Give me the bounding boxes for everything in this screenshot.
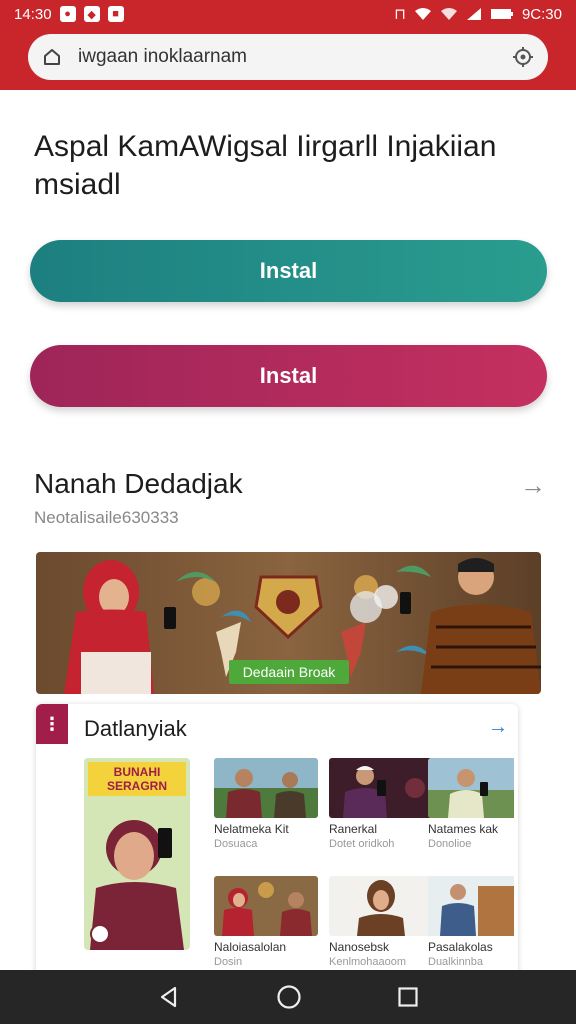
tile-title: Nanosebsk	[329, 940, 390, 954]
wifi-secondary-icon	[440, 8, 457, 20]
card-arrow-icon[interactable]: →	[488, 716, 508, 739]
video-tile[interactable]: Pasalakolas Dualkinnba	[428, 876, 518, 968]
tile-subtitle: Kenlmohaaoom	[329, 956, 407, 968]
home-button-icon[interactable]	[276, 984, 302, 1010]
video-tile[interactable]: Ranerkal Dotet oridkoh	[329, 758, 433, 850]
feature-tag: BUNAHI SERAGRN	[88, 762, 186, 796]
status-right-text: 9C:30	[521, 5, 562, 23]
video-thumbnail	[428, 758, 518, 818]
video-tile[interactable]: Naloiasalolan Dosin	[214, 876, 318, 968]
status-bar: 14:30 ● ◆ ■ ⊓ 9C:30	[0, 0, 576, 28]
tile-title: Naloiasalolan	[214, 940, 287, 954]
install-button-primary[interactable]: Instal	[30, 240, 547, 302]
recents-icon[interactable]	[397, 986, 419, 1008]
location-icon: ◆	[83, 6, 100, 22]
video-thumbnail	[214, 876, 318, 936]
tile-subtitle: Dosin	[214, 956, 243, 968]
video-thumbnail	[428, 876, 518, 936]
url-bar[interactable]: iwgaan inoklaarnam	[28, 34, 548, 80]
back-icon[interactable]	[157, 985, 181, 1009]
battery-icon	[490, 9, 513, 19]
nfc-icon: ⊓	[394, 6, 406, 23]
tile-subtitle: Donolioe	[428, 838, 472, 850]
wifi-icon	[414, 8, 431, 20]
status-time: 14:30	[14, 5, 52, 23]
page-headline: Aspal KamAWigsal Iirgarll Injakiian msia…	[34, 130, 497, 201]
system-nav-bar	[0, 970, 576, 1024]
section-subtitle: Neotalisaile630333	[34, 508, 179, 527]
tile-title: Natames kak	[428, 822, 499, 836]
browser-toolbar: iwgaan inoklaarnam	[0, 28, 576, 90]
tile-title: Ranerkal	[329, 822, 378, 836]
video-tile[interactable]: Nanosebsk Kenlmohaaoom	[329, 876, 433, 968]
install-button-secondary[interactable]: Instal	[30, 345, 547, 407]
tile-title: Pasalakolas	[428, 940, 493, 954]
settings-icon[interactable]	[512, 46, 534, 68]
tile-subtitle: Dosuaca	[214, 838, 258, 850]
hero-banner[interactable]: Dedaain Broak	[36, 552, 541, 694]
video-tile[interactable]: Natames kak Donolioe	[428, 758, 518, 850]
card-title: Datlanyiak	[84, 716, 187, 741]
messenger-icon: ●	[59, 6, 76, 22]
signal-icon	[466, 8, 481, 20]
feature-thumbnail[interactable]: BUNAHI SERAGRN	[84, 758, 190, 950]
home-icon[interactable]	[42, 47, 62, 67]
section-title: Nanah Dedadjak	[34, 468, 243, 499]
video-thumbnail	[329, 876, 433, 936]
more-options-icon[interactable]: ⋮	[36, 704, 68, 744]
tile-subtitle: Dualkinnba	[428, 956, 484, 968]
arrow-right-icon[interactable]: →	[520, 470, 546, 501]
tile-subtitle: Dotet oridkoh	[329, 838, 395, 850]
camera-icon: ■	[107, 6, 124, 22]
video-tile[interactable]: Nelatmeka Kit Dosuaca	[214, 758, 318, 850]
status-left: 14:30 ● ◆ ■	[14, 6, 124, 23]
status-right: ⊓ 9C:30	[394, 5, 562, 24]
tile-title: Nelatmeka Kit	[214, 822, 289, 836]
video-thumbnail	[329, 758, 433, 818]
url-text[interactable]: iwgaan inoklaarnam	[78, 46, 496, 68]
video-thumbnail	[214, 758, 318, 818]
content-card: ⋮ Datlanyiak → BUNAHI SERAGRN Nelatmeka …	[36, 704, 518, 970]
hero-badge[interactable]: Dedaain Broak	[229, 660, 349, 684]
page-content: Aspal KamAWigsal Iirgarll Injakiian msia…	[0, 90, 576, 970]
